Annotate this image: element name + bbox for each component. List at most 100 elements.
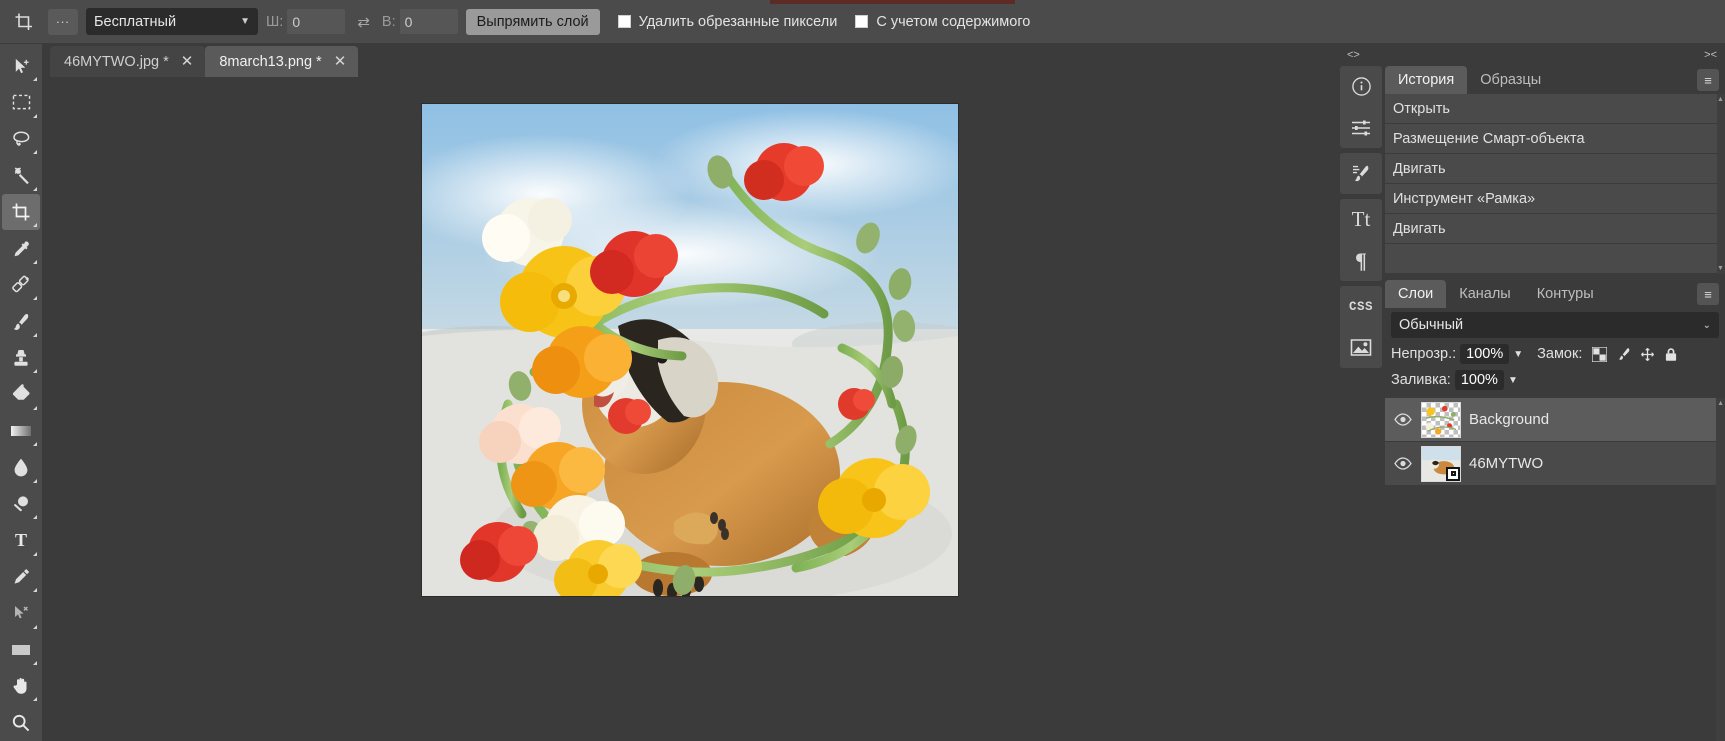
checkbox-box[interactable] xyxy=(855,15,868,28)
lock-transparency-icon[interactable] xyxy=(1592,347,1607,362)
chevron-down-icon: ⌄ xyxy=(1703,320,1711,331)
healing-brush-tool[interactable] xyxy=(2,267,40,303)
clone-stamp-tool[interactable] xyxy=(2,340,40,376)
brush-tool[interactable] xyxy=(2,303,40,339)
delete-cropped-pixels-checkbox[interactable]: Удалить обрезанные пиксели xyxy=(618,14,838,30)
content-aware-checkbox[interactable]: С учетом содержимого xyxy=(855,14,1030,30)
fill-value[interactable]: 100% xyxy=(1455,370,1504,390)
history-item[interactable]: Открыть xyxy=(1385,94,1725,124)
tool-more-corner xyxy=(33,479,37,483)
thumbnail-art xyxy=(1422,403,1460,437)
eyedropper-tool[interactable] xyxy=(2,230,40,266)
blur-tool[interactable] xyxy=(2,449,40,485)
dodge-tool[interactable] xyxy=(2,486,40,522)
eraser-tool[interactable] xyxy=(2,376,40,412)
tab-paths[interactable]: Контуры xyxy=(1524,280,1607,308)
rectangle-shape-tool[interactable] xyxy=(2,632,40,668)
layer-thumbnail[interactable] xyxy=(1421,402,1461,438)
layers-panel-menu-icon[interactable]: ≡ xyxy=(1697,283,1719,305)
scroll-down-icon[interactable]: ▼ xyxy=(1717,265,1724,272)
history-panel-menu-icon[interactable]: ≡ xyxy=(1697,69,1719,91)
history-item[interactable]: Инструмент «Рамка» xyxy=(1385,184,1725,214)
crop-height-field[interactable]: В: xyxy=(382,9,458,34)
history-item[interactable] xyxy=(1385,244,1725,274)
magic-wand-tool[interactable] xyxy=(2,157,40,193)
eye-icon[interactable] xyxy=(1393,457,1413,470)
lock-image-pixels-icon[interactable] xyxy=(1616,347,1631,362)
delete-cropped-pixels-label: Удалить обрезанные пиксели xyxy=(639,14,838,30)
adjustments-icon[interactable] xyxy=(1340,107,1382,148)
close-icon[interactable]: ✕ xyxy=(334,54,347,69)
tab-channels[interactable]: Каналы xyxy=(1446,280,1523,308)
content-aware-label: С учетом содержимого xyxy=(876,14,1030,30)
tab-layers[interactable]: Слои xyxy=(1385,280,1446,308)
history-list-wrapper: Открыть Размещение Смарт-объекта Двигать… xyxy=(1385,94,1725,274)
gradient-tool[interactable] xyxy=(2,413,40,449)
tab-history[interactable]: История xyxy=(1385,66,1467,94)
character-icon[interactable]: Tt xyxy=(1340,199,1382,240)
eye-icon[interactable] xyxy=(1393,413,1413,426)
history-item[interactable]: Размещение Смарт-объекта xyxy=(1385,124,1725,154)
css-icon[interactable]: CSS xyxy=(1340,286,1382,327)
type-tool[interactable]: T xyxy=(2,522,40,558)
tool-more-corner xyxy=(33,625,37,629)
scroll-up-icon[interactable]: ▲ xyxy=(1717,96,1724,103)
smart-object-badge xyxy=(1446,467,1460,481)
swap-arrows-icon[interactable]: ⇄ xyxy=(353,13,374,31)
document-area: 46MYTWO.jpg * ✕ 8march13.png * ✕ xyxy=(42,44,1337,741)
pen-tool[interactable] xyxy=(2,559,40,595)
collapse-left-icon[interactable]: <> xyxy=(1347,49,1360,61)
layer-name: 46MYTWO xyxy=(1469,455,1543,472)
brush-settings-icon[interactable] xyxy=(1340,153,1382,194)
close-icon[interactable]: ✕ xyxy=(181,54,194,69)
history-item[interactable]: Двигать xyxy=(1385,154,1725,184)
blend-mode-value: Обычный xyxy=(1399,317,1463,333)
scroll-up-icon[interactable]: ▲ xyxy=(1717,400,1724,407)
workspace: T xyxy=(0,44,1725,741)
document-tab-8march13[interactable]: 8march13.png * ✕ xyxy=(205,46,358,77)
paragraph-icon[interactable]: ¶ xyxy=(1340,240,1382,281)
crop-ratio-select[interactable]: Бесплатный ▼ xyxy=(86,8,258,35)
crop-tool[interactable] xyxy=(2,194,40,230)
crop-width-input[interactable] xyxy=(287,9,345,34)
blend-mode-select[interactable]: Обычный ⌄ xyxy=(1391,312,1719,338)
opacity-dropdown-icon[interactable]: ▼ xyxy=(1513,349,1523,360)
tab-swatches[interactable]: Образцы xyxy=(1467,66,1554,94)
history-item[interactable]: Двигать xyxy=(1385,214,1725,244)
chevron-down-icon: ▼ xyxy=(240,16,250,27)
rectangular-marquee-tool[interactable] xyxy=(2,84,40,120)
layers-scrollbar[interactable]: ▲ xyxy=(1716,398,1725,741)
checkbox-box[interactable] xyxy=(618,15,631,28)
collapse-right-icon[interactable]: >< xyxy=(1704,49,1717,61)
info-icon[interactable] xyxy=(1340,66,1382,107)
opacity-row: Непрозр.: 100% ▼ Замок: xyxy=(1385,338,1725,364)
path-selection-tool[interactable] xyxy=(2,595,40,631)
tab-title: 8march13.png * xyxy=(219,54,321,70)
history-list: Открыть Размещение Смарт-объекта Двигать… xyxy=(1385,94,1725,274)
history-scrollbar[interactable]: ▲ ▼ xyxy=(1717,94,1725,274)
lock-all-icon[interactable] xyxy=(1664,347,1678,362)
opacity-value[interactable]: 100% xyxy=(1460,344,1509,364)
move-tool[interactable] xyxy=(2,48,40,84)
artboard[interactable] xyxy=(422,104,958,596)
crop-width-field[interactable]: Ш: xyxy=(266,9,345,34)
layer-row[interactable]: 46MYTWO xyxy=(1385,442,1725,486)
fill-dropdown-icon[interactable]: ▼ xyxy=(1508,375,1518,386)
lock-position-icon[interactable] xyxy=(1640,347,1655,362)
tool-more-corner xyxy=(33,77,37,81)
lasso-tool[interactable] xyxy=(2,121,40,157)
layer-row[interactable]: Background xyxy=(1385,398,1725,442)
document-tab-46mytwo[interactable]: 46MYTWO.jpg * ✕ xyxy=(50,46,205,77)
layer-thumbnail[interactable] xyxy=(1421,446,1461,482)
canvas-viewport[interactable] xyxy=(42,77,1337,741)
image-icon[interactable] xyxy=(1340,327,1382,368)
presets-button[interactable]: ... xyxy=(48,9,78,35)
straighten-layer-button[interactable]: Выпрямить слой xyxy=(466,9,600,35)
blend-mode-row: Обычный ⌄ xyxy=(1385,308,1725,338)
panel-collapse-bar: <> >< xyxy=(1385,44,1725,66)
hand-tool[interactable] xyxy=(2,668,40,704)
zoom-tool[interactable] xyxy=(2,704,40,740)
tool-more-corner xyxy=(33,260,37,264)
crop-height-input[interactable] xyxy=(400,9,458,34)
rail-group-css: CSS xyxy=(1340,286,1382,368)
